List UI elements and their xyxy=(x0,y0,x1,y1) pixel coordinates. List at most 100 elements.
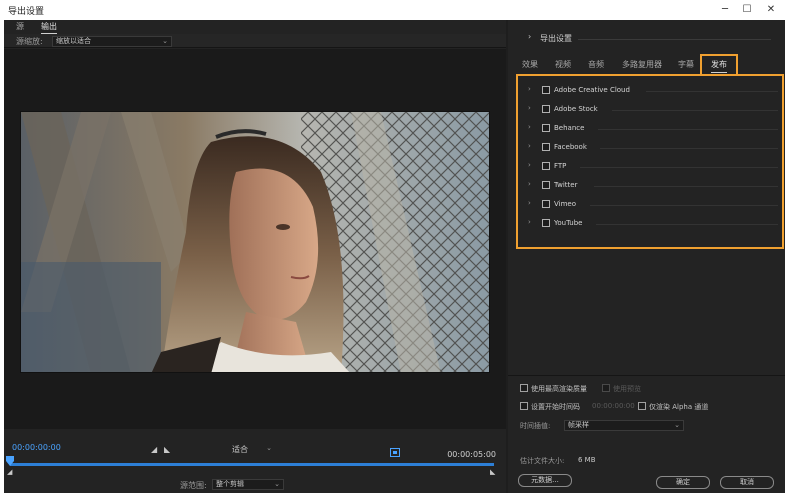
source-scale-select[interactable]: 缩放以适合 ⌄ xyxy=(52,36,172,47)
zoom-fit-value: 适合 xyxy=(232,445,248,454)
ok-button[interactable]: 确定 xyxy=(656,476,710,489)
chevron-down-icon: ⌄ xyxy=(266,444,272,452)
divider xyxy=(612,110,778,111)
export-settings-panel: › 导出设置 效果 视频 音频 多路复用器 字幕 发布 › Adobe Crea… xyxy=(508,20,785,493)
checkbox[interactable] xyxy=(542,219,550,227)
max-render-quality-option[interactable]: 使用最高渲染质量 xyxy=(520,384,587,394)
estimated-size-label: 估计文件大小: xyxy=(520,457,565,465)
chevron-right-icon[interactable]: › xyxy=(528,123,531,131)
option-label: 仅渲染 Alpha 通道 xyxy=(649,403,709,411)
publish-item-adobe-stock[interactable]: › Adobe Stock xyxy=(528,103,778,117)
export-settings-header[interactable]: › 导出设置 xyxy=(508,30,785,46)
timecode-row: 00:00:00:00 ◢ ◣ 适合 ⌄ 00:00:05:00 xyxy=(4,440,506,459)
publish-item-facebook[interactable]: › Facebook xyxy=(528,141,778,155)
preview-panel: 源 输出 源缩放: 缩放以适合 ⌄ 00:00:00:00 ◢ ◣ 适合 ⌄ 0… xyxy=(4,20,506,493)
divider xyxy=(594,186,778,187)
chevron-right-icon[interactable]: › xyxy=(528,218,531,226)
option-label: 使用预览 xyxy=(613,385,641,393)
chevron-down-icon: ⌄ xyxy=(162,37,168,45)
divider xyxy=(590,205,778,206)
source-scale-value: 缩放以适合 xyxy=(56,37,91,45)
divider xyxy=(578,39,771,40)
window-titlebar: 导出设置 ─ ☐ ✕ xyxy=(0,0,790,20)
checkbox[interactable] xyxy=(542,200,550,208)
current-timecode[interactable]: 00:00:00:00 xyxy=(12,443,61,452)
preview-tabs: 源 输出 xyxy=(4,20,506,34)
source-range-value: 整个剪辑 xyxy=(216,480,244,488)
chevron-right-icon[interactable]: › xyxy=(528,161,531,169)
checkbox[interactable] xyxy=(542,181,550,189)
publish-item-vimeo[interactable]: › Vimeo xyxy=(528,198,778,212)
option-label: 设置开始时间码 xyxy=(531,403,580,411)
publish-item-behance[interactable]: › Behance xyxy=(528,122,778,136)
mark-out-button[interactable]: ◣ xyxy=(164,445,170,454)
source-scale-row: 源缩放: 缩放以适合 ⌄ xyxy=(4,34,506,48)
out-point-marker[interactable]: ◣ xyxy=(490,468,495,476)
source-scale-label: 源缩放: xyxy=(16,37,43,46)
tab-video[interactable]: 视频 xyxy=(555,59,571,70)
video-preview-frame xyxy=(20,111,490,373)
use-previews-option: 使用预览 xyxy=(602,384,641,394)
divider xyxy=(596,224,778,225)
export-settings-title: 导出设置 xyxy=(540,34,572,43)
checkbox xyxy=(602,384,610,392)
tab-audio[interactable]: 音频 xyxy=(588,59,604,70)
tab-multiplexer[interactable]: 多路复用器 xyxy=(622,59,662,70)
time-interpolation-select[interactable]: 帧采样 ⌄ xyxy=(564,420,684,431)
render-alpha-only-option[interactable]: 仅渲染 Alpha 通道 xyxy=(638,402,708,412)
cancel-button[interactable]: 取消 xyxy=(720,476,774,489)
time-interpolation-label: 时间插值: xyxy=(520,422,551,430)
checkbox[interactable] xyxy=(542,105,550,113)
chevron-right-icon[interactable]: › xyxy=(528,180,531,188)
source-range-select[interactable]: 整个剪辑 ⌄ xyxy=(212,479,284,490)
chevron-right-icon[interactable]: › xyxy=(528,104,531,112)
divider xyxy=(580,167,778,168)
tab-effects[interactable]: 效果 xyxy=(522,59,538,70)
in-point-marker[interactable]: ◢ xyxy=(7,468,12,476)
minimize-button[interactable]: ─ xyxy=(718,4,732,16)
publish-item-label: Adobe Stock xyxy=(554,105,598,113)
publish-item-label: Twitter xyxy=(554,181,578,189)
metadata-button[interactable]: 元数据... xyxy=(518,474,572,487)
tab-output[interactable]: 输出 xyxy=(41,21,57,34)
publish-item-adobe-creative-cloud[interactable]: › Adobe Creative Cloud xyxy=(528,84,778,98)
tab-captions[interactable]: 字幕 xyxy=(678,59,694,70)
publish-item-label: Facebook xyxy=(554,143,587,151)
chevron-right-icon: › xyxy=(528,32,532,41)
chevron-down-icon: ⌄ xyxy=(674,421,680,429)
publish-tab-highlight xyxy=(700,54,738,76)
maximize-button[interactable]: ☐ xyxy=(740,4,754,16)
timeline-scrubber[interactable]: ◢ ◣ xyxy=(4,456,506,476)
time-interpolation-value: 帧采样 xyxy=(568,421,589,429)
export-dialog: 源 输出 源缩放: 缩放以适合 ⌄ 00:00:00:00 ◢ ◣ 适合 ⌄ 0… xyxy=(4,20,785,493)
checkbox[interactable] xyxy=(542,143,550,151)
checkbox[interactable] xyxy=(542,124,550,132)
zoom-fit-select[interactable]: 适合 ⌄ xyxy=(232,444,272,455)
publish-item-twitter[interactable]: › Twitter xyxy=(528,179,778,193)
estimated-size-value: 6 MB xyxy=(578,456,596,464)
divider xyxy=(598,129,778,130)
set-start-timecode-option[interactable]: 设置开始时间码 xyxy=(520,402,580,412)
source-range-row: 源范围: 整个剪辑 ⌄ xyxy=(4,476,506,493)
publish-item-ftp[interactable]: › FTP xyxy=(528,160,778,174)
timeline-bar[interactable] xyxy=(10,463,494,466)
publish-destinations-panel: › Adobe Creative Cloud › Adobe Stock › B… xyxy=(516,74,784,249)
video-frame-image xyxy=(21,112,489,372)
aspect-frame-icon[interactable] xyxy=(390,448,400,457)
playhead-icon[interactable] xyxy=(6,456,14,466)
chevron-right-icon[interactable]: › xyxy=(528,199,531,207)
chevron-right-icon[interactable]: › xyxy=(528,85,531,93)
checkbox[interactable] xyxy=(542,162,550,170)
checkbox[interactable] xyxy=(542,86,550,94)
tab-source[interactable]: 源 xyxy=(16,21,24,32)
publish-item-youtube[interactable]: › YouTube xyxy=(528,217,778,231)
close-button[interactable]: ✕ xyxy=(764,4,778,16)
source-range-label: 源范围: xyxy=(180,481,207,490)
publish-item-label: FTP xyxy=(554,162,567,170)
chevron-right-icon[interactable]: › xyxy=(528,142,531,150)
checkbox[interactable] xyxy=(520,402,528,410)
mark-in-button[interactable]: ◢ xyxy=(151,445,157,454)
checkbox[interactable] xyxy=(520,384,528,392)
checkbox[interactable] xyxy=(638,402,646,410)
render-options: 使用最高渲染质量 使用预览 设置开始时间码 00:00:00:00 仅渲染 Al… xyxy=(508,375,785,493)
